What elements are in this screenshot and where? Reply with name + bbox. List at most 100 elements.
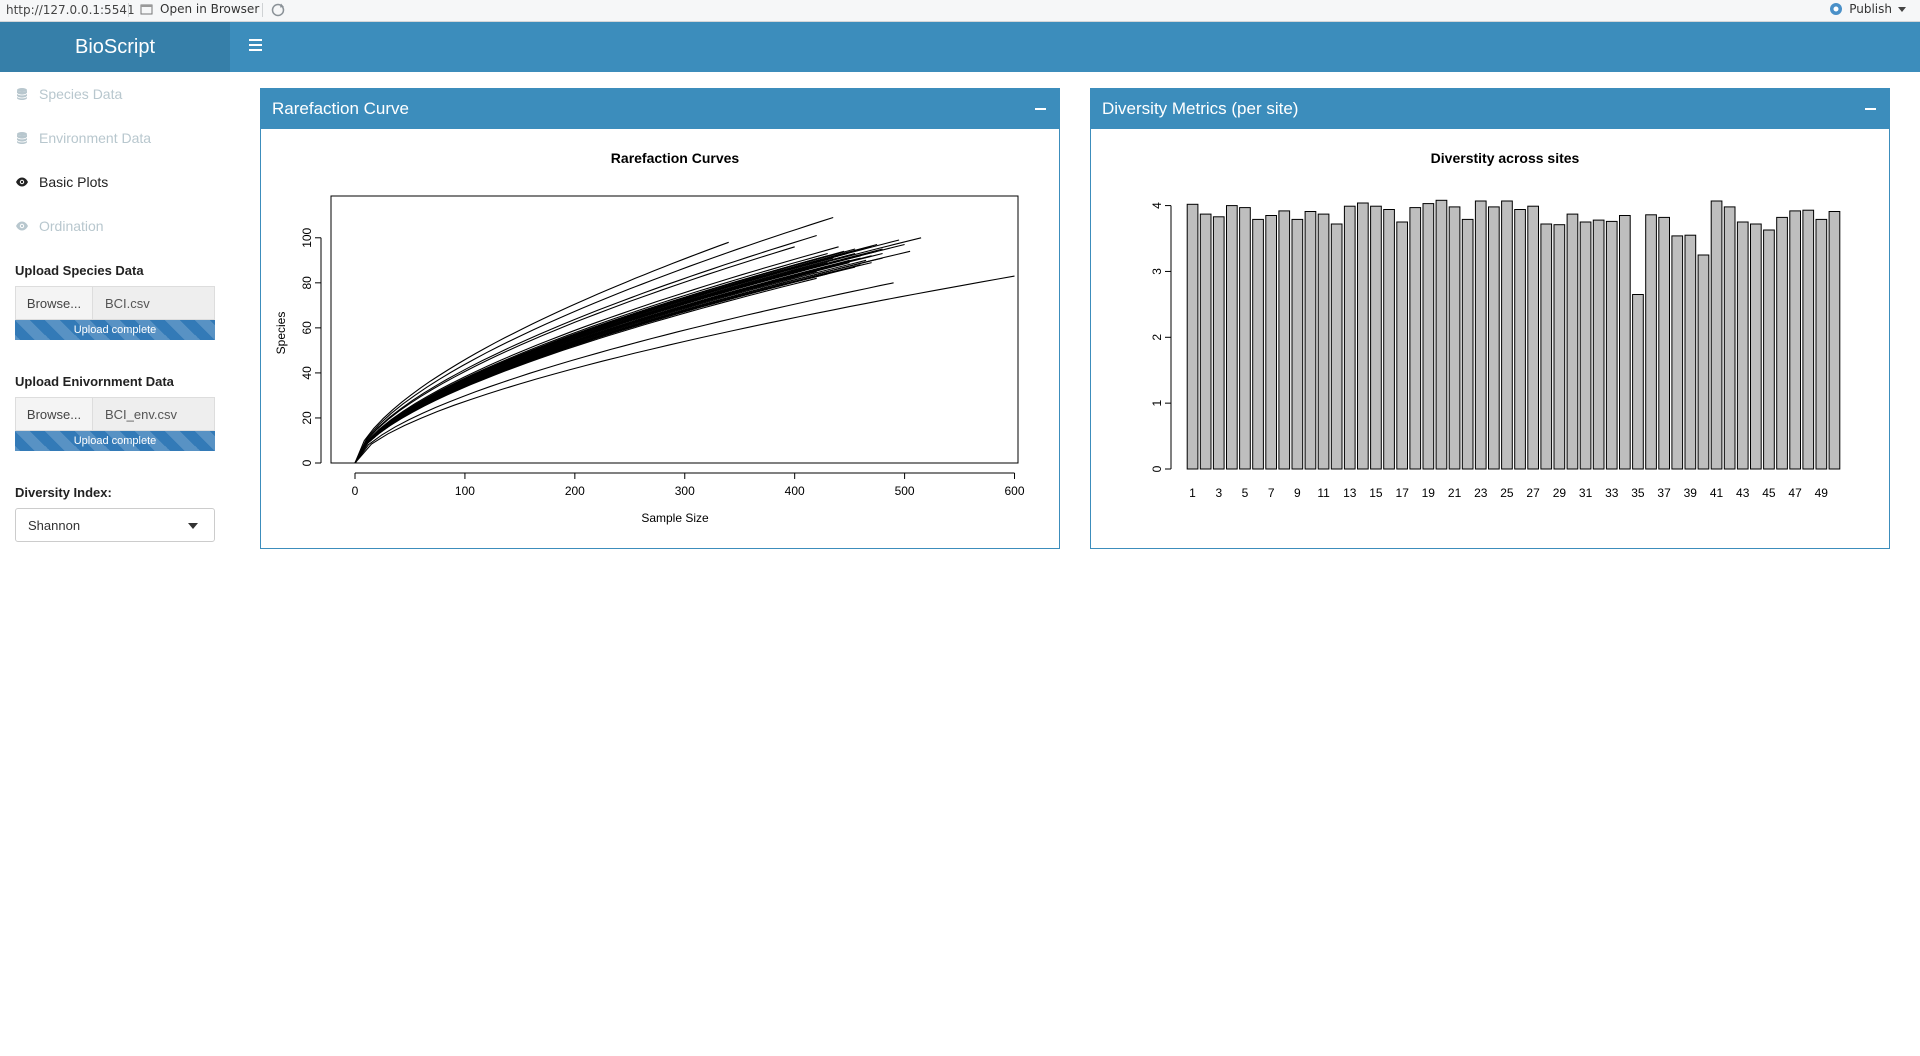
sidebar-toggle-button[interactable] — [245, 36, 267, 58]
box-title: Rarefaction Curve — [272, 99, 410, 118]
y-tick-label: 20 — [300, 411, 314, 425]
sidebar-item-label: Ordination — [39, 218, 104, 234]
bar — [1671, 235, 1684, 470]
species-file-input[interactable]: Browse... BCI.csv — [15, 286, 215, 320]
x-tick-label: 45 — [1762, 486, 1776, 500]
rarefaction-curve — [354, 250, 911, 464]
bar — [1501, 200, 1513, 470]
bar — [1461, 218, 1474, 470]
bar — [1330, 223, 1343, 470]
divider — [128, 3, 129, 17]
rarefaction-curve — [354, 271, 817, 464]
bar — [1199, 213, 1212, 470]
sidebar-item-basic-plots[interactable]: Basic Plots — [15, 170, 108, 194]
bar — [1357, 202, 1369, 470]
rarefaction-curve — [354, 255, 872, 464]
x-tick-label: 21 — [1448, 486, 1462, 500]
bar — [1723, 206, 1736, 470]
y-tick-label: 40 — [300, 366, 314, 380]
diversity-index-label: Diversity Index: — [15, 485, 112, 500]
x-tick-label: 0 — [352, 484, 359, 498]
selected-value: Shannon — [28, 517, 81, 533]
upload-progress-bar: Upload complete — [15, 431, 215, 451]
box-title: Diversity Metrics (per site) — [1102, 99, 1299, 118]
browse-button[interactable]: Browse... — [15, 397, 93, 431]
bar — [1802, 209, 1815, 470]
sidebar-item-species-data[interactable]: Species Data — [15, 82, 122, 106]
x-tick-label: 17 — [1396, 486, 1410, 500]
bar — [1750, 223, 1762, 470]
refresh-icon[interactable] — [270, 2, 286, 18]
app-title: BioScript — [74, 35, 156, 58]
x-tick-label: 27 — [1526, 486, 1540, 500]
x-tick-label: 49 — [1815, 486, 1829, 500]
y-tick-label: 80 — [300, 276, 314, 290]
rarefaction-curve — [354, 234, 817, 464]
chevron-down-icon — [188, 523, 198, 529]
x-tick-label: 43 — [1736, 486, 1750, 500]
publish-label: Publish — [1849, 2, 1892, 16]
bar — [1370, 205, 1382, 470]
diversity-box: Diversity Metrics (per site) Diverstity … — [1090, 88, 1890, 549]
eye-icon — [16, 177, 28, 187]
bar — [1789, 210, 1801, 470]
publish-button[interactable]: Publish — [1829, 2, 1906, 16]
env-file-input[interactable]: Browse... BCI_env.csv — [15, 397, 215, 431]
bar — [1383, 209, 1395, 470]
sidebar-item-label: Environment Data — [39, 130, 152, 146]
collapse-button[interactable] — [1035, 104, 1047, 114]
rarefaction-curve — [354, 282, 894, 464]
file-name-field[interactable]: BCI.csv — [93, 286, 215, 320]
divider — [262, 3, 263, 17]
open-in-browser-button[interactable]: Open in Browser — [140, 2, 259, 16]
plot-frame — [330, 195, 1019, 464]
chart-title: Diverstity across sites — [1431, 150, 1580, 166]
x-tick-label: 200 — [565, 484, 585, 498]
y-tick-label: 2 — [1150, 334, 1164, 341]
sidebar-item-ordination[interactable]: Ordination — [15, 214, 104, 238]
publish-icon — [1830, 3, 1843, 15]
browse-button[interactable]: Browse... — [15, 286, 93, 320]
bar — [1566, 213, 1579, 470]
x-tick-label: 7 — [1268, 486, 1275, 500]
bar — [1278, 210, 1291, 470]
x-tick-label: 29 — [1553, 486, 1567, 500]
bar — [1448, 206, 1461, 470]
x-tick-label: 5 — [1242, 486, 1249, 500]
x-tick-label: 13 — [1343, 486, 1357, 500]
sidebar-item-environment-data[interactable]: Environment Data — [15, 126, 151, 150]
x-tick-label: 500 — [895, 484, 915, 498]
chart-title: Rarefaction Curves — [611, 150, 740, 166]
diversity-index-select[interactable]: Shannon — [15, 508, 215, 542]
window-icon — [140, 4, 153, 15]
rarefaction-curve — [354, 271, 834, 464]
x-tick-label: 100 — [455, 484, 475, 498]
x-tick-label: 600 — [1005, 484, 1025, 498]
bar — [1697, 254, 1710, 470]
x-tick-label: 35 — [1631, 486, 1645, 500]
rarefaction-curve — [354, 259, 867, 464]
bar — [1409, 207, 1422, 470]
y-axis-label: Species — [274, 312, 288, 355]
x-tick-label: 11 — [1317, 486, 1330, 500]
rarefaction-plot: Rarefaction Curves Sample Size Species 0… — [274, 150, 1025, 525]
x-tick-label: 19 — [1422, 486, 1436, 500]
app-logo: BioScript — [0, 22, 230, 72]
y-tick-label: 100 — [300, 227, 314, 247]
y-tick-label: 0 — [1150, 465, 1164, 472]
rarefaction-curve — [354, 257, 861, 464]
rarefaction-curve — [354, 282, 784, 464]
rarefaction-curve — [354, 243, 905, 464]
bar — [1186, 203, 1199, 470]
eye-icon — [16, 221, 28, 231]
x-tick-label: 47 — [1788, 486, 1802, 500]
chevron-down-icon — [1898, 6, 1906, 12]
x-tick-label: 41 — [1710, 486, 1724, 500]
viewer-url: http://127.0.0.1:5541 — [6, 3, 135, 17]
x-tick-label: 25 — [1500, 486, 1514, 500]
diversity-plot: Diverstity across sites 1 3 5 7 9 11 13 15 17 19 2… — [1150, 150, 1841, 500]
bar — [1632, 294, 1644, 470]
file-name-field[interactable]: BCI_env.csv — [93, 397, 215, 431]
rarefaction-curve — [354, 262, 828, 464]
collapse-button[interactable] — [1865, 104, 1877, 114]
